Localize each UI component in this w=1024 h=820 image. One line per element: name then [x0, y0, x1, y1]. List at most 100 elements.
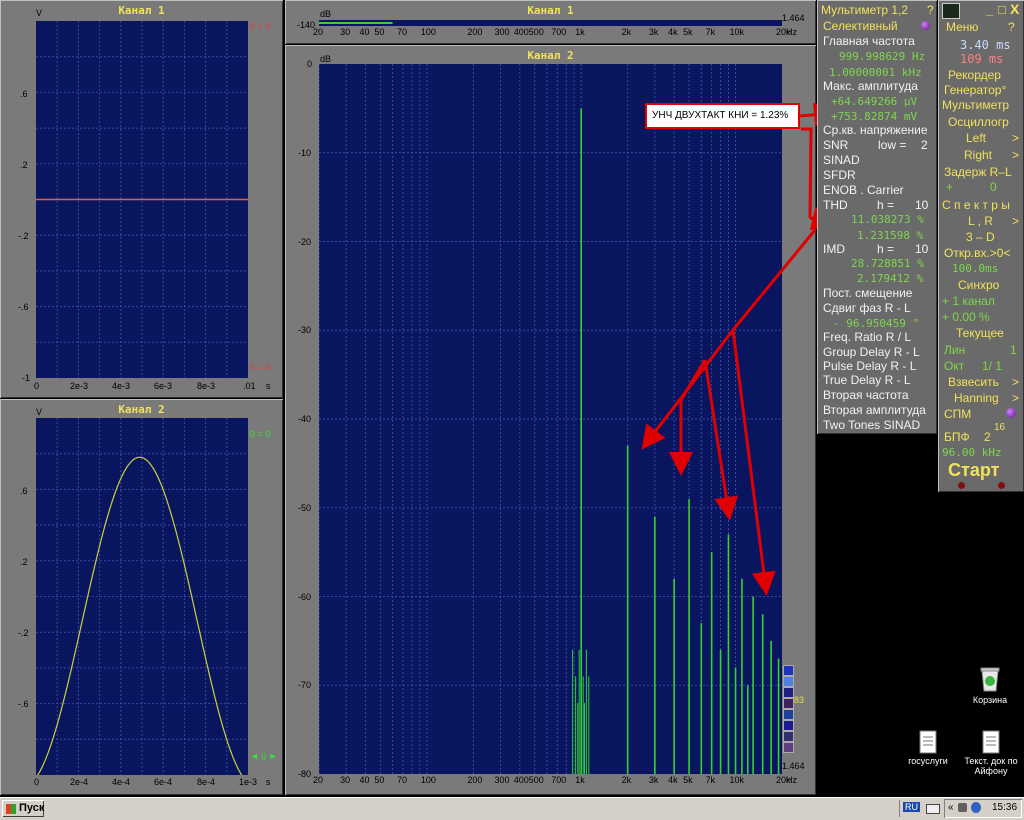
- time2-value: 109 ms: [960, 52, 1004, 66]
- imd-label[interactable]: IMD: [823, 242, 845, 256]
- sfdr-label[interactable]: SFDR: [823, 168, 856, 182]
- recorder-button[interactable]: Рекордер: [948, 68, 1001, 82]
- pulse-delay-label[interactable]: Pulse Delay R - L: [823, 359, 916, 373]
- hanning-arrow-icon[interactable]: >: [1012, 391, 1019, 405]
- main-freq-value2: 1.00000001 kHz: [829, 66, 922, 79]
- speaker-icon[interactable]: [958, 803, 967, 812]
- weight-button[interactable]: Взвесить: [948, 375, 999, 389]
- gosuslugi-file[interactable]: госуслуги: [900, 730, 956, 766]
- right-arrow-icon[interactable]: >: [1012, 148, 1019, 162]
- hanning-button[interactable]: Hanning: [954, 391, 999, 405]
- spectra-header[interactable]: С п е к т р ы: [942, 198, 1010, 212]
- fft-base[interactable]: 2: [984, 430, 991, 444]
- text-file-icon: [982, 730, 1000, 754]
- network-icon[interactable]: [971, 802, 981, 813]
- window-minimize-button[interactable]: _: [986, 2, 993, 17]
- tray-expand-icon[interactable]: «: [948, 802, 954, 813]
- window-close-button[interactable]: X: [1010, 1, 1019, 17]
- sinad-label[interactable]: SINAD: [823, 153, 860, 167]
- max-amp-value1: +64.649266 µV: [831, 95, 918, 108]
- thd-label[interactable]: THD: [823, 198, 848, 212]
- thd-h-value[interactable]: 10: [915, 198, 928, 212]
- fft-label[interactable]: БПФ: [944, 430, 970, 444]
- current-button[interactable]: Текущее: [956, 326, 1004, 340]
- left-arrow-icon[interactable]: >: [1012, 131, 1019, 145]
- text-doc-label: Текст. док по Айфону: [964, 756, 1018, 776]
- thd-value1: 11.038273 %: [851, 213, 924, 226]
- spectra-lr[interactable]: L , R: [968, 214, 993, 228]
- sync-percent[interactable]: + 0.00 %: [942, 310, 990, 324]
- taskbar-clock[interactable]: 15:36: [992, 802, 1017, 813]
- start-menu-button[interactable]: Пуск: [2, 800, 44, 817]
- oct-label[interactable]: Окт: [944, 359, 964, 373]
- imd-h: h =: [877, 242, 895, 256]
- true-delay-label[interactable]: True Delay R - L: [823, 373, 911, 387]
- start-label: Пуск: [19, 802, 45, 814]
- sync-channel[interactable]: + 1 канал: [942, 294, 995, 308]
- multimeter-button[interactable]: Мультиметр: [942, 98, 1009, 112]
- text-file-icon: [919, 730, 937, 754]
- multimeter-title[interactable]: Мультиметр 1,2: [821, 3, 908, 17]
- arrow-h3-stem: [679, 359, 707, 401]
- group-delay-label[interactable]: Group Delay R - L: [823, 345, 920, 359]
- start-led-right-icon: [998, 482, 1005, 489]
- snr-label[interactable]: SNR: [823, 138, 848, 152]
- time1-value: 3.40 ms: [960, 38, 1011, 52]
- language-indicator[interactable]: RU: [903, 802, 920, 812]
- menu-button[interactable]: Меню: [946, 20, 978, 34]
- thd-h: h =: [877, 198, 895, 212]
- arrow-to-thd-value-line: [801, 127, 813, 219]
- mode-indicator-icon[interactable]: [921, 21, 930, 30]
- imd-h-value[interactable]: 10: [915, 242, 928, 256]
- arrow-h5: [731, 329, 776, 596]
- max-amp-value2: +753.82874 mV: [831, 110, 918, 123]
- recycle-bin[interactable]: Корзина: [960, 665, 1020, 705]
- snr-low: low =: [878, 138, 907, 152]
- enob-label[interactable]: ENOB . Carrier: [823, 183, 904, 197]
- help-button[interactable]: ?: [1008, 20, 1015, 34]
- main-freq-label[interactable]: Главная частота: [823, 34, 915, 48]
- open-input-button[interactable]: Откр.вх.>0<: [944, 246, 1011, 260]
- sample-rate[interactable]: 96.00 kHz: [942, 446, 1002, 459]
- multimeter-help[interactable]: ?: [927, 3, 934, 17]
- delay-plus[interactable]: +: [946, 180, 953, 194]
- delay-label[interactable]: Задерж R–L: [944, 165, 1012, 179]
- snr-low-value[interactable]: 2: [921, 138, 928, 152]
- lin-value[interactable]: 1: [1010, 343, 1017, 357]
- phase-label[interactable]: Сдвиг фаз R - L: [823, 301, 911, 315]
- arrow-bundle: [731, 229, 817, 331]
- second-amp-label[interactable]: Вторая амплитуда: [823, 403, 926, 417]
- generator-button[interactable]: Генератор°: [944, 83, 1006, 97]
- app-icon[interactable]: [942, 3, 960, 19]
- keyboard-icon[interactable]: [926, 804, 940, 814]
- spm-indicator-icon[interactable]: [1006, 408, 1016, 418]
- freq-ratio-label[interactable]: Freq. Ratio R / L: [823, 330, 911, 344]
- left-channel-button[interactable]: Left: [966, 131, 986, 145]
- dc-offset-label[interactable]: Пост. смещение: [823, 286, 912, 300]
- taskbar: Пуск RU « 15:36: [0, 797, 1024, 820]
- multimeter-mode[interactable]: Селективный: [823, 19, 898, 33]
- sync-button[interactable]: Синхро: [958, 278, 999, 292]
- two-tones-label[interactable]: Two Tones SINAD: [823, 418, 920, 432]
- phase-value: - 96.950459 °: [833, 317, 920, 330]
- weight-arrow-icon[interactable]: >: [1012, 375, 1019, 389]
- thd-value2: 1.231598 %: [857, 229, 924, 242]
- delay-value[interactable]: 0: [990, 180, 997, 194]
- window-maximize-button[interactable]: □: [998, 2, 1006, 17]
- start-button[interactable]: Старт: [948, 460, 999, 481]
- spectra-3d[interactable]: 3 – D: [966, 230, 995, 244]
- max-amp-label[interactable]: Макс. амплитуда: [823, 79, 918, 93]
- oscillograph-button[interactable]: Осциллогр: [948, 115, 1009, 129]
- text-doc-file[interactable]: Текст. док по Айфону: [958, 730, 1024, 776]
- spm-button[interactable]: СПМ: [944, 407, 971, 421]
- lin-label[interactable]: Лин: [944, 343, 965, 357]
- rms-label[interactable]: Ср.кв. напряжение: [823, 123, 928, 137]
- spectra-lr-arrow-icon[interactable]: >: [1012, 214, 1019, 228]
- recycle-bin-icon: [980, 667, 1000, 692]
- main-freq-value1: 999.998629 Hz: [839, 50, 926, 63]
- fft-exp[interactable]: 16: [994, 422, 1005, 433]
- oct-value[interactable]: 1/ 1: [982, 359, 1002, 373]
- control-panel: _ □ X Меню ? 3.40 ms 109 ms Рекордер Ген…: [938, 0, 1024, 492]
- right-channel-button[interactable]: Right: [964, 148, 992, 162]
- second-freq-label[interactable]: Вторая частота: [823, 388, 909, 402]
